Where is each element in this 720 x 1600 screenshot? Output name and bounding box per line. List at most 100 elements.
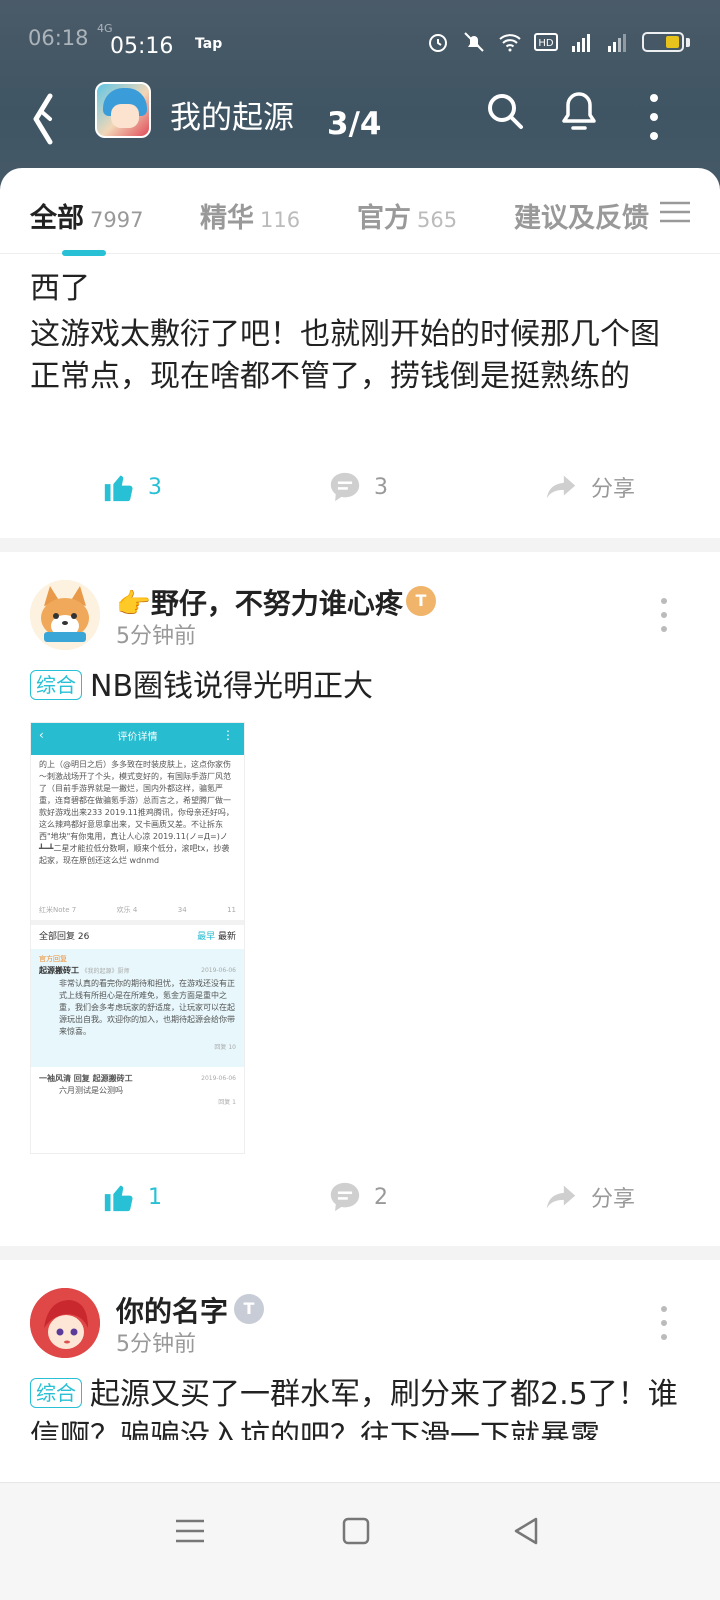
comment-count: 3 [374, 474, 388, 500]
embedded-meta: 红米Note 7 欢乐 4 34 11 [31, 900, 244, 925]
tab-label: 全部 [30, 203, 84, 234]
tab-label: 精华 [200, 203, 254, 234]
like-button[interactable]: 1 [102, 1180, 162, 1214]
tab-label: 官方 [357, 203, 411, 234]
alarm-icon [429, 34, 447, 52]
category-tabs: 全部 7997 精华 116 官方 565 建议及反馈 [0, 168, 720, 254]
battery-icon [642, 32, 684, 52]
tab-menu-icon[interactable] [660, 200, 690, 224]
tab-indicator [62, 250, 106, 256]
embedded-title: 评价详情 [117, 732, 158, 743]
thumbs-up-icon [104, 475, 133, 502]
post3-text-line: 综合 起源又买了一群水军，刷分来了都2.5了！谁信啊？骗骗没入坑的吧？往下滑一下就… [30, 1374, 680, 1440]
embedded-body: 的上（@明日之后）多多致在时装皮肤上，这点你家伤～刺激战场开了个头，模式变好的，… [39, 760, 234, 865]
shiba-avatar-icon [30, 580, 100, 650]
signal-2-icon [608, 34, 626, 52]
embedded-header: ‹ 评价详情 ⋮ [31, 723, 244, 755]
post-more-icon[interactable] [658, 1306, 670, 1340]
embedded-official-date: 2019-06-06 [201, 967, 236, 974]
level-badge-icon: T [406, 586, 436, 616]
embedded-reply-name: 一袖风清 回复 起源搬砖工 [39, 1074, 133, 1083]
post2-username[interactable]: 👉野仔，不努力谁心疼 [116, 582, 403, 622]
embedded-reply-text: 六月测试是公测吗 [59, 1086, 123, 1095]
embedded-replies-count: 26 [77, 932, 90, 942]
status-time-old: 06:18 [28, 26, 89, 50]
embedded-official-game: 《我的起源》厨师 [81, 968, 130, 975]
tab-count: 565 [417, 208, 458, 232]
post3-username[interactable]: 你的名字 [116, 1290, 228, 1330]
post-divider [0, 538, 720, 552]
wifi-icon [499, 34, 521, 52]
embedded-device: 红米Note 7 [39, 906, 77, 914]
share-button[interactable]: 分享 [543, 470, 635, 504]
signal-icon [572, 34, 590, 52]
comment-button[interactable]: 2 [328, 1180, 388, 1214]
level-badge-icon: T [234, 1294, 264, 1324]
embedded-more-icon: ⋮ [222, 728, 234, 742]
tab-all[interactable]: 全部 7997 [30, 196, 143, 235]
hd-icon: HD [534, 33, 558, 51]
anime-avatar-icon [30, 1288, 100, 1358]
bell-icon[interactable] [560, 90, 598, 132]
post3-text: 起源又买了一群水军，刷分来了都2.5了！谁信啊？骗骗没入坑的吧？往下滑一下就暴露 [30, 1377, 678, 1440]
status-icons: HD [426, 30, 690, 54]
comment-count: 2 [374, 1184, 388, 1210]
tab-label: 建议及反馈 [514, 203, 649, 234]
embedded-official-reply: 官方回复 起源搬砖工 《我的起源》厨师 2019-06-06 非常认真的看完你的… [31, 949, 244, 1067]
tab-count: 7997 [90, 208, 144, 232]
embedded-reply-date: 2019-06-06 [201, 1075, 236, 1082]
post1-actions: 3 3 分享 [0, 470, 720, 530]
like-button[interactable]: 3 [102, 470, 162, 504]
comment-icon [330, 472, 360, 502]
embedded-sort-early: 最早 [197, 932, 216, 942]
embedded-reply: 一袖风清 回复 起源搬砖工 2019-06-06 六月测试是公测吗 回复 1 [31, 1067, 244, 1115]
more-vertical-icon[interactable] [640, 94, 668, 140]
post-divider [0, 1246, 720, 1260]
post-more-icon[interactable] [658, 598, 670, 632]
home-icon[interactable] [336, 1511, 376, 1551]
post1-text-partial: 西了 [30, 271, 90, 306]
post2-title: NB圈钱说得光明正大 [90, 669, 374, 704]
embedded-official-reply-label: 回复 [214, 1044, 227, 1051]
comment-button[interactable]: 3 [328, 470, 388, 504]
comment-icon [330, 1182, 360, 1212]
tab-official[interactable]: 官方 565 [357, 196, 457, 235]
post1-text: 这游戏太敷衍了吧！也就刚开始的时候那几个图正常点，现在啥都不管了，捞钱倒是挺熟练… [30, 317, 660, 394]
like-count: 3 [148, 474, 162, 500]
app-avatar[interactable] [95, 82, 151, 138]
embedded-replies-header: 全部回复 26 最早 最新 [31, 925, 244, 949]
tab-count: 116 [260, 208, 301, 232]
embedded-likes: 34 [177, 906, 187, 914]
page-title: 我的起源 [170, 100, 294, 136]
search-icon[interactable] [486, 92, 524, 130]
like-count: 1 [148, 1184, 162, 1210]
share-label: 分享 [591, 1187, 636, 1212]
embedded-dislikes: 11 [227, 906, 236, 914]
embedded-official-name: 起源搬砖工 [39, 966, 79, 975]
embedded-sort-new: 最新 [217, 932, 236, 942]
share-label: 分享 [591, 477, 636, 502]
status-time: 05:16 [110, 34, 174, 59]
battery-tip [686, 37, 690, 47]
embedded-official-likes: 10 [228, 1044, 236, 1051]
tab-featured[interactable]: 精华 116 [200, 196, 300, 235]
svg-text:HD: HD [538, 38, 554, 49]
back-triangle-icon[interactable] [506, 1511, 546, 1551]
category-tag[interactable]: 综合 [30, 1378, 82, 1408]
embedded-happy: 欢乐 4 [116, 906, 138, 914]
tab-feedback[interactable]: 建议及反馈 [514, 196, 664, 235]
menu-icon[interactable] [170, 1511, 210, 1551]
post2-title-line: 综合 NB圈钱说得光明正大 [30, 666, 680, 708]
system-navigation-bar [0, 1482, 720, 1600]
share-button[interactable]: 分享 [543, 1180, 635, 1214]
post-image[interactable]: ‹ 评价详情 ⋮ 的上（@明日之后）多多致在时装皮肤上，这点你家伤～刺激战场开了… [30, 722, 245, 1154]
category-tag[interactable]: 综合 [30, 670, 82, 700]
user-avatar[interactable] [30, 580, 100, 650]
mute-icon [464, 32, 484, 52]
user-avatar[interactable] [30, 1288, 100, 1358]
app-header: 06:18 4G 05:16 Tap HD 我的起源 3/4 [0, 0, 720, 190]
status-bar: 06:18 4G 05:16 Tap HD [0, 0, 720, 80]
page-counter: 3/4 [327, 106, 382, 142]
post3-time: 5分钟前 [116, 1332, 196, 1357]
back-chevron-icon[interactable] [28, 92, 60, 146]
